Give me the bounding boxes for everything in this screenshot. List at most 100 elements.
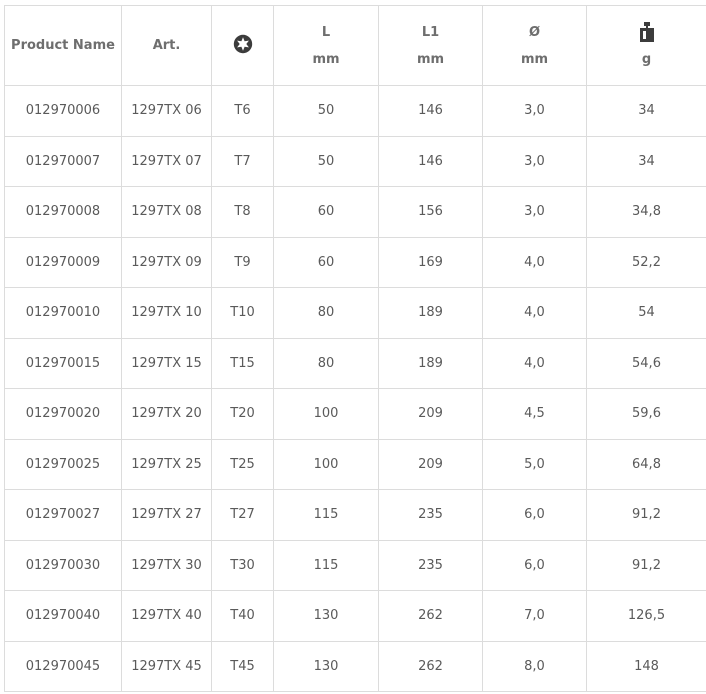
- header-torx: [211, 5, 274, 86]
- weight-icon: [639, 22, 654, 42]
- header-l1-unit: mm: [416, 51, 445, 67]
- cell-l1: 156: [378, 186, 483, 238]
- cell-diameter: 4,0: [482, 287, 587, 339]
- cell-weight: 54: [586, 287, 706, 339]
- cell-product-name: 012970010: [4, 287, 122, 339]
- cell-l1: 189: [378, 337, 483, 389]
- cell-diameter: 4,5: [482, 388, 587, 440]
- table-row: 012970015 1297TX 15 T15 80 189 4,0 54,6: [4, 337, 706, 389]
- cell-diameter: 7,0: [482, 590, 587, 642]
- cell-diameter: 6,0: [482, 539, 587, 591]
- cell-product-name: 012970008: [4, 186, 122, 238]
- cell-product-name: 012970045: [4, 640, 122, 692]
- cell-torx: T10: [211, 287, 274, 339]
- cell-torx: T20: [211, 388, 274, 440]
- cell-torx: T30: [211, 539, 274, 591]
- cell-art: 1297TX 09: [121, 236, 212, 288]
- cell-l1: 235: [378, 539, 483, 591]
- cell-l: 100: [273, 438, 379, 490]
- cell-diameter: 3,0: [482, 186, 587, 238]
- cell-torx: T8: [211, 186, 274, 238]
- cell-diameter: 3,0: [482, 135, 587, 187]
- cell-weight: 34,8: [586, 186, 706, 238]
- cell-torx: T45: [211, 640, 274, 692]
- cell-l1: 146: [378, 85, 483, 137]
- cell-torx: T27: [211, 489, 274, 541]
- cell-art: 1297TX 27: [121, 489, 212, 541]
- cell-l: 130: [273, 640, 379, 692]
- cell-l1: 235: [378, 489, 483, 541]
- cell-diameter: 4,0: [482, 337, 587, 389]
- header-diameter-unit: mm: [520, 51, 549, 67]
- cell-product-name: 012970020: [4, 388, 122, 440]
- cell-l1: 262: [378, 640, 483, 692]
- cell-art: 1297TX 20: [121, 388, 212, 440]
- cell-l1: 209: [378, 438, 483, 490]
- table-row: 012970045 1297TX 45 T45 130 262 8,0 148: [4, 640, 706, 692]
- cell-l1: 262: [378, 590, 483, 642]
- cell-l1: 189: [378, 287, 483, 339]
- cell-product-name: 012970025: [4, 438, 122, 490]
- header-l1: L1 mm: [378, 5, 483, 86]
- header-l1-label: L1: [421, 24, 440, 40]
- header-art: Art.: [121, 5, 212, 86]
- cell-product-name: 012970006: [4, 85, 122, 137]
- cell-art: 1297TX 08: [121, 186, 212, 238]
- cell-art: 1297TX 25: [121, 438, 212, 490]
- cell-l: 50: [273, 135, 379, 187]
- cell-art: 1297TX 07: [121, 135, 212, 187]
- cell-l: 115: [273, 489, 379, 541]
- header-weight-icon-wrap: [587, 19, 706, 46]
- cell-art: 1297TX 10: [121, 287, 212, 339]
- table-row: 012970027 1297TX 27 T27 115 235 6,0 91,2: [4, 489, 706, 541]
- cell-product-name: 012970007: [4, 135, 122, 187]
- cell-torx: T40: [211, 590, 274, 642]
- header-l-unit: mm: [312, 51, 340, 67]
- cell-weight: 52,2: [586, 236, 706, 288]
- cell-weight: 59,6: [586, 388, 706, 440]
- cell-torx: T15: [211, 337, 274, 389]
- cell-art: 1297TX 06: [121, 85, 212, 137]
- cell-product-name: 012970009: [4, 236, 122, 288]
- cell-l: 80: [273, 287, 379, 339]
- cell-torx: T9: [211, 236, 274, 288]
- table-row: 012970010 1297TX 10 T10 80 189 4,0 54: [4, 287, 706, 339]
- cell-product-name: 012970040: [4, 590, 122, 642]
- cell-product-name: 012970027: [4, 489, 122, 541]
- table-row: 012970030 1297TX 30 T30 115 235 6,0 91,2: [4, 539, 706, 591]
- cell-weight: 54,6: [586, 337, 706, 389]
- header-diameter-label: Ø: [528, 24, 541, 40]
- header-l: L mm: [273, 5, 379, 86]
- cell-weight: 34: [586, 85, 706, 137]
- table-row: 012970007 1297TX 07 T7 50 146 3,0 34: [4, 135, 706, 187]
- torx-star-icon: [233, 34, 252, 53]
- table-header-row: Product Name Art. L mm L1 mm Ø mm g: [4, 5, 706, 86]
- cell-art: 1297TX 45: [121, 640, 212, 692]
- cell-l: 80: [273, 337, 379, 389]
- cell-l1: 169: [378, 236, 483, 288]
- product-spec-table: Product Name Art. L mm L1 mm Ø mm g 0129…: [4, 5, 706, 692]
- cell-torx: T7: [211, 135, 274, 187]
- header-weight: g: [586, 5, 706, 86]
- cell-diameter: 5,0: [482, 438, 587, 490]
- cell-l: 50: [273, 85, 379, 137]
- cell-l: 100: [273, 388, 379, 440]
- table-row: 012970006 1297TX 06 T6 50 146 3,0 34: [4, 85, 706, 137]
- cell-torx: T25: [211, 438, 274, 490]
- cell-weight: 64,8: [586, 438, 706, 490]
- cell-diameter: 6,0: [482, 489, 587, 541]
- cell-torx: T6: [211, 85, 274, 137]
- cell-diameter: 4,0: [482, 236, 587, 288]
- cell-art: 1297TX 40: [121, 590, 212, 642]
- header-product-name: Product Name: [4, 5, 122, 86]
- cell-l: 60: [273, 186, 379, 238]
- cell-l1: 146: [378, 135, 483, 187]
- cell-product-name: 012970015: [4, 337, 122, 389]
- table-row: 012970009 1297TX 09 T9 60 169 4,0 52,2: [4, 236, 706, 288]
- cell-weight: 126,5: [586, 590, 706, 642]
- cell-diameter: 3,0: [482, 85, 587, 137]
- header-weight-unit: g: [641, 51, 652, 67]
- table-row: 012970040 1297TX 40 T40 130 262 7,0 126,5: [4, 590, 706, 642]
- cell-art: 1297TX 15: [121, 337, 212, 389]
- cell-l1: 209: [378, 388, 483, 440]
